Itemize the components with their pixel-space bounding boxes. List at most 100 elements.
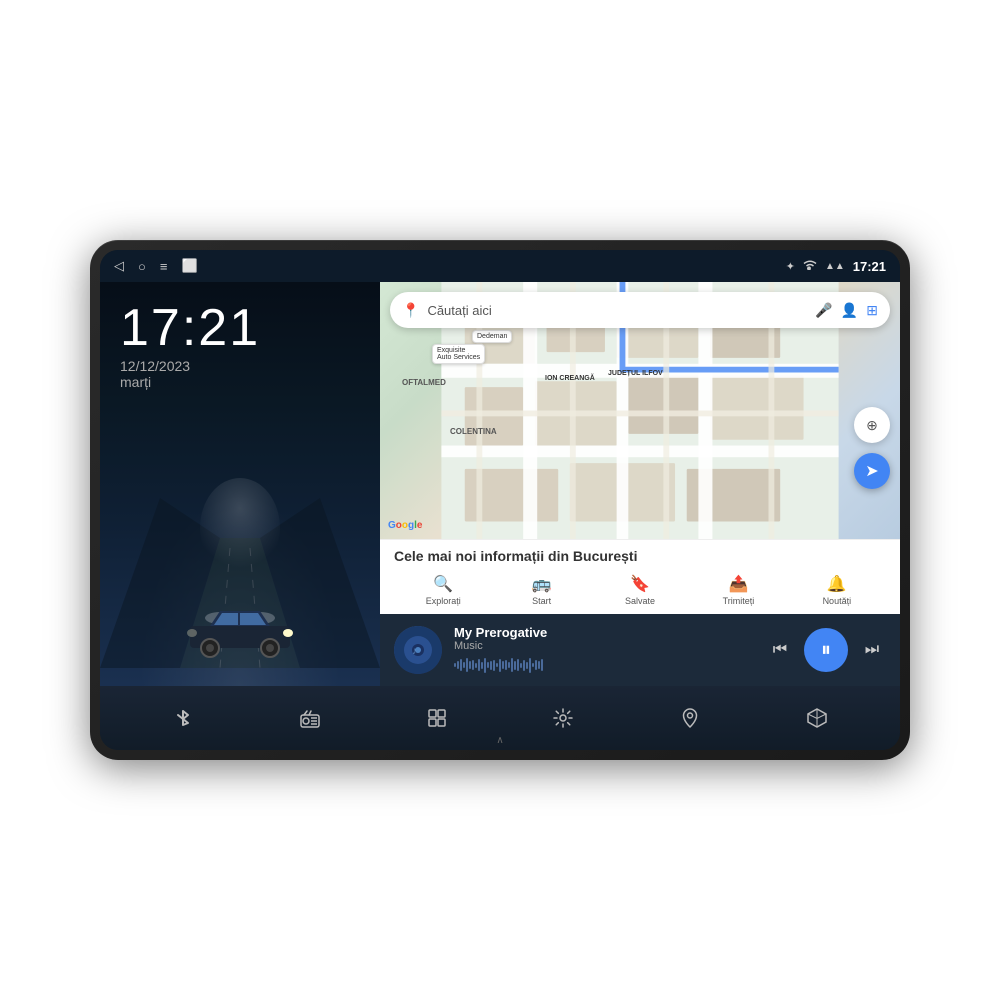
map-label-ioncreanga: ION CREANGĂ xyxy=(545,375,595,382)
news-icon: 🔔 xyxy=(827,574,847,594)
waveform-bar xyxy=(538,661,540,669)
tab-noutati[interactable]: 🔔 Noutăți xyxy=(788,570,886,610)
waveform-bar xyxy=(526,662,528,669)
waveform-bar xyxy=(493,660,495,671)
left-panel: 17:21 12/12/2023 marți xyxy=(100,282,380,686)
album-art: ♪ xyxy=(394,626,442,674)
nav-cube[interactable] xyxy=(795,696,839,740)
google-logo: Google xyxy=(388,520,422,531)
saved-icon: 🔖 xyxy=(630,574,650,594)
nav-chevron[interactable]: ∧ xyxy=(496,735,503,746)
waveform-bar xyxy=(523,660,525,671)
next-button[interactable]: ⏭ xyxy=(858,636,886,664)
waveform-bar xyxy=(496,663,498,667)
waveform-bar xyxy=(454,663,456,667)
waveform-bar xyxy=(475,663,477,668)
waveform-bar xyxy=(472,660,474,670)
play-pause-button[interactable]: ⏸ xyxy=(804,628,848,672)
tab-label-salvate: Salvate xyxy=(625,596,655,606)
waveform-bar xyxy=(469,661,471,669)
waveform-bar xyxy=(520,663,522,668)
waveform-bar xyxy=(502,661,504,669)
navigation-icon: ➤ xyxy=(865,461,878,481)
waveform-bar xyxy=(463,662,465,668)
navigate-fab[interactable]: ➤ xyxy=(854,453,890,489)
status-bar-right: ✦ ▲▲ 17:21 xyxy=(786,259,886,274)
waveform-bar xyxy=(490,661,492,670)
waveform-bar xyxy=(517,659,519,671)
svg-text:♪: ♪ xyxy=(412,646,417,657)
screenshot-button[interactable]: ⬜ xyxy=(181,258,197,274)
back-button[interactable]: ◁ xyxy=(114,258,124,274)
clock-time: 17:21 xyxy=(120,302,360,354)
menu-button[interactable]: ≡ xyxy=(160,259,168,274)
nav-settings[interactable] xyxy=(541,696,585,740)
waveform-bar xyxy=(487,662,489,668)
clock-date: 12/12/2023 xyxy=(120,358,360,374)
signal-icon: ▲▲ xyxy=(825,261,845,272)
device: ◁ ○ ≡ ⬜ ✦ ▲▲ 17:21 xyxy=(90,240,910,760)
map-search-bar[interactable]: 📍 Căutați aici 🎤 👤 ⊞ xyxy=(390,292,890,328)
prev-button[interactable]: ⏮ xyxy=(766,636,794,664)
waveform-bar xyxy=(511,658,513,672)
home-button[interactable]: ○ xyxy=(138,259,146,274)
map-layer-button[interactable]: ⊕ xyxy=(854,407,890,443)
waveform-bar xyxy=(529,658,531,673)
search-placeholder[interactable]: Căutați aici xyxy=(427,303,807,318)
waveform-bar xyxy=(532,663,534,667)
waveform-bar xyxy=(460,659,462,671)
tab-salvate[interactable]: 🔖 Salvate xyxy=(591,570,689,610)
nav-radio[interactable] xyxy=(288,696,332,740)
music-info: My Prerogative Music xyxy=(454,625,754,675)
info-title: Cele mai noi informații din București xyxy=(394,548,886,564)
music-title: My Prerogative xyxy=(454,625,754,640)
waveform-bar xyxy=(499,659,501,672)
tab-trimiteti[interactable]: 📤 Trimiteți xyxy=(689,570,787,610)
nav-maps[interactable] xyxy=(668,696,712,740)
tab-label-start: Start xyxy=(532,596,551,606)
tab-label-trimiteti: Trimiteți xyxy=(723,596,755,606)
nav-bluetooth[interactable] xyxy=(161,696,205,740)
nav-apps[interactable] xyxy=(415,696,459,740)
tab-explorați[interactable]: 🔍 Explorați xyxy=(394,570,492,610)
right-panel: Pattern Media Carrefour Dragonul Roșu Me… xyxy=(380,282,900,686)
tab-label-explorați: Explorați xyxy=(426,596,461,606)
music-controls: ⏮ ⏸ ⏭ xyxy=(766,628,886,672)
waveform-bar xyxy=(457,661,459,669)
start-icon: 🚌 xyxy=(532,574,552,594)
wifi-icon xyxy=(803,259,817,273)
clock-day: marți xyxy=(120,374,360,390)
car-image xyxy=(180,601,300,666)
map-label-oftalmed: OFTALMED xyxy=(402,378,446,387)
music-subtitle: Music xyxy=(454,640,754,652)
waveform-bar xyxy=(484,658,486,673)
waveform-bar xyxy=(478,659,480,671)
layers-icon: ⊕ xyxy=(866,417,878,434)
info-tabs: 🔍 Explorați 🚌 Start 🔖 Salvate 📤 xyxy=(394,570,886,610)
waveform-bar xyxy=(508,662,510,668)
waveform-bar xyxy=(481,662,483,669)
share-icon: 📤 xyxy=(728,574,748,594)
map-label-colentina: COLENTINA xyxy=(450,427,497,436)
map-area[interactable]: Pattern Media Carrefour Dragonul Roșu Me… xyxy=(380,282,900,539)
music-player: ♪ My Prerogative Music xyxy=(380,614,900,686)
waveform-bar xyxy=(514,661,516,670)
bottom-nav: ∧ xyxy=(100,686,900,750)
tab-start[interactable]: 🚌 Start xyxy=(492,570,590,610)
map-poi-dedeman: Dedeman xyxy=(472,330,512,343)
main-content: 17:21 12/12/2023 marți xyxy=(100,282,900,686)
waveform-bar xyxy=(466,658,468,672)
waveform-bar xyxy=(505,660,507,670)
grid-icon[interactable]: ⊞ xyxy=(866,302,878,319)
music-waveform xyxy=(454,655,754,675)
account-icon[interactable]: 👤 xyxy=(841,302,858,319)
map-label-ilfov: JUDEȚUL ILFOV xyxy=(608,370,663,377)
car-image-area xyxy=(100,400,380,686)
bluetooth-icon: ✦ xyxy=(786,260,795,273)
mic-icon[interactable]: 🎤 xyxy=(815,302,832,319)
clock-area: 17:21 12/12/2023 marți xyxy=(100,282,380,400)
status-bar-left: ◁ ○ ≡ ⬜ xyxy=(114,258,198,274)
waveform-bar xyxy=(535,660,537,670)
info-bar: Cele mai noi informații din București 🔍 … xyxy=(380,539,900,614)
search-icons: 🎤 👤 ⊞ xyxy=(815,302,878,319)
